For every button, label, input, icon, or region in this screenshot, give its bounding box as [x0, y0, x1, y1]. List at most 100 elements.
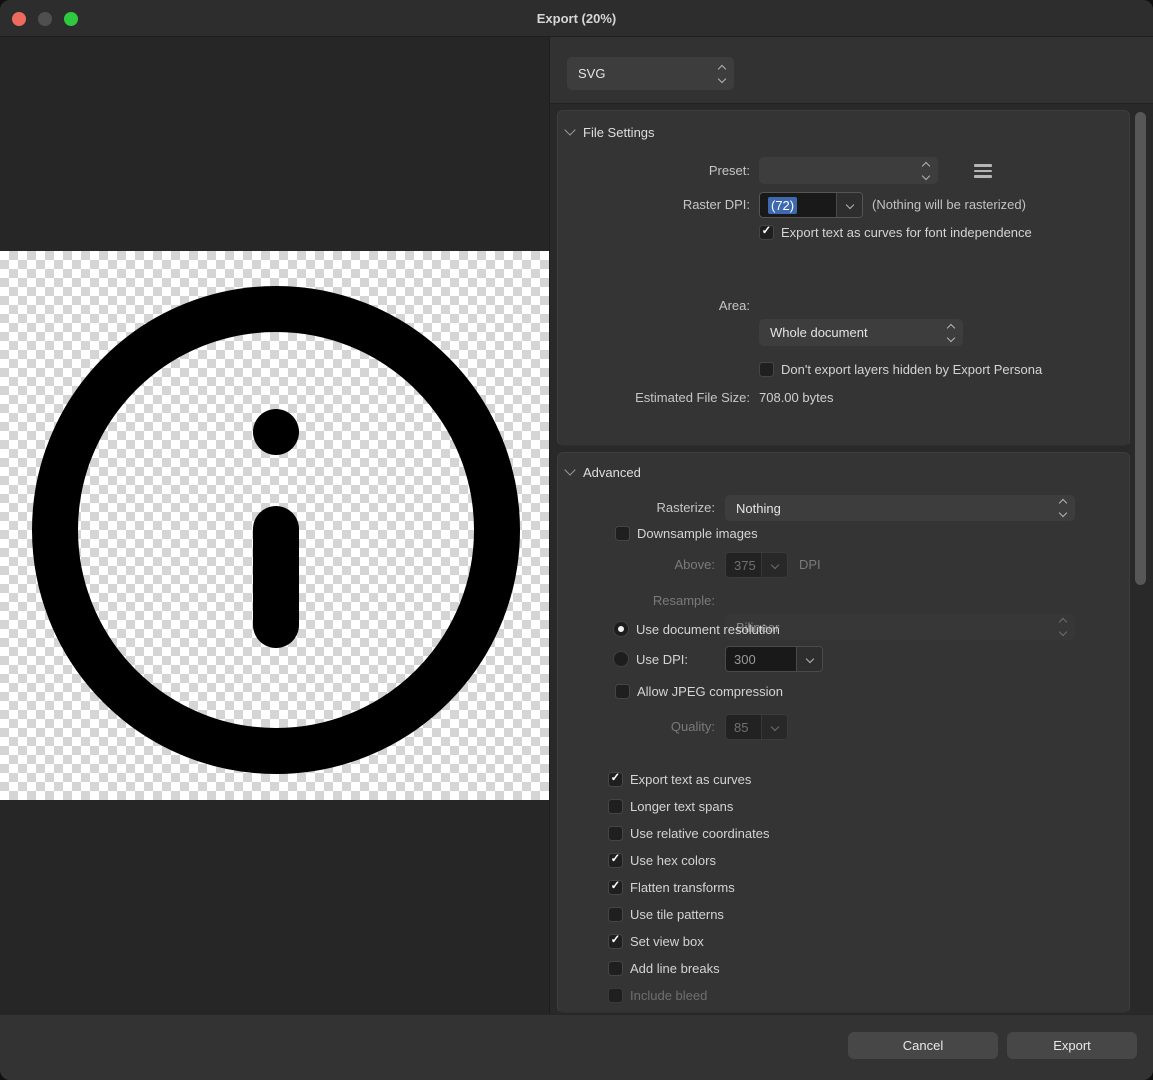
use-dpi-radio[interactable] [613, 651, 629, 667]
svg-option-row: Use hex colors [608, 847, 716, 873]
preset-menu-button[interactable] [974, 164, 992, 178]
export-text-curves-font-checkbox[interactable] [759, 225, 774, 240]
estimated-size-value: 708.00 bytes [759, 388, 833, 408]
format-bar: SVG [550, 37, 1153, 104]
advanced-panel: Advanced Rasterize: Nothing Downsample i… [557, 452, 1130, 1013]
allow-jpeg-label: Allow JPEG compression [637, 684, 783, 699]
svg-option-checkbox[interactable] [608, 907, 623, 922]
dont-export-hidden-label: Don't export layers hidden by Export Per… [781, 362, 1042, 377]
above-arrow-button [761, 553, 787, 577]
file-settings-panel: File Settings Preset: Raster DPI: (72) (… [557, 110, 1130, 446]
raster-dpi-note: (Nothing will be rasterized) [872, 192, 1026, 218]
allow-jpeg-checkbox[interactable] [615, 684, 630, 699]
minimize-button-disabled [38, 12, 52, 26]
svg-option-row: Set view box [608, 928, 704, 954]
file-settings-header[interactable]: File Settings [566, 119, 655, 145]
export-button[interactable]: Export [1007, 1032, 1137, 1059]
stepper-icon [923, 163, 929, 179]
svg-option-checkbox[interactable] [608, 826, 623, 841]
close-button[interactable] [12, 12, 26, 26]
svg-option-label: Use tile patterns [630, 907, 724, 922]
file-settings-title: File Settings [583, 125, 655, 140]
use-dpi-combo[interactable]: 300 [725, 646, 823, 672]
advanced-title: Advanced [583, 465, 641, 480]
quality-arrow-button [761, 715, 787, 739]
dont-export-hidden-row: Don't export layers hidden by Export Per… [759, 360, 1042, 378]
area-label: Area: [558, 292, 750, 319]
chevron-down-icon [770, 561, 778, 569]
svg-option-row: Add line breaks [608, 955, 720, 981]
svg-option-checkbox[interactable] [608, 988, 623, 1003]
svg-option-label: Add line breaks [630, 961, 720, 976]
svg-option-row: Include bleed [608, 982, 707, 1008]
use-document-resolution-label: Use document resolution [636, 622, 780, 637]
area-dropdown[interactable]: Whole document [759, 319, 963, 346]
svg-option-row: Export text as curves [608, 766, 751, 792]
quality-label: Quality: [558, 714, 715, 740]
area-dropdown-value: Whole document [770, 325, 868, 340]
format-dropdown-value: SVG [578, 66, 605, 81]
svg-option-label: Include bleed [630, 988, 707, 1003]
svg-option-row: Use tile patterns [608, 901, 724, 927]
raster-dpi-field[interactable]: (72) [760, 193, 836, 217]
stepper-icon [1060, 500, 1066, 516]
svg-option-row: Use relative coordinates [608, 820, 769, 846]
stepper-icon [719, 66, 725, 82]
use-dpi-label: Use DPI: [636, 652, 688, 667]
svg-option-label: Use relative coordinates [630, 826, 769, 841]
svg-option-checkbox[interactable] [608, 853, 623, 868]
svg-option-row: Flatten transforms [608, 874, 735, 900]
scrollbar-thumb[interactable] [1135, 112, 1146, 585]
quality-combo: 85 [725, 714, 788, 740]
raster-dpi-value: (72) [768, 197, 797, 214]
rasterize-label: Rasterize: [558, 495, 715, 521]
chevron-down-icon [805, 655, 813, 663]
disclosure-chevron-icon [564, 124, 575, 135]
cancel-button[interactable]: Cancel [848, 1032, 998, 1059]
preset-dropdown[interactable] [759, 157, 938, 184]
stepper-icon [948, 325, 954, 341]
above-label: Above: [558, 552, 715, 578]
export-dialog-window: Export (20%) SVG File Settings [0, 0, 1153, 1080]
use-document-resolution-radio[interactable] [613, 621, 629, 637]
downsample-images-row: Downsample images [615, 524, 758, 542]
disclosure-chevron-icon [564, 464, 575, 475]
svg-option-row: Longer text spans [608, 793, 733, 819]
chevron-down-icon [770, 723, 778, 731]
downsample-images-checkbox[interactable] [615, 526, 630, 541]
footer: Cancel Export [0, 1014, 1153, 1080]
raster-dpi-combo[interactable]: (72) [759, 192, 863, 218]
raster-dpi-label: Raster DPI: [558, 192, 750, 218]
above-dpi-suffix: DPI [799, 552, 821, 578]
resample-label: Resample: [558, 588, 715, 614]
use-dpi-arrow-button[interactable] [796, 647, 822, 671]
svg-option-checkbox[interactable] [608, 799, 623, 814]
svg-option-checkbox[interactable] [608, 880, 623, 895]
format-dropdown[interactable]: SVG [567, 57, 734, 90]
zoom-button[interactable] [64, 12, 78, 26]
svg-option-label: Export text as curves [630, 772, 751, 787]
raster-dpi-arrow-button[interactable] [836, 193, 862, 217]
svg-option-checkbox[interactable] [608, 961, 623, 976]
allow-jpeg-row: Allow JPEG compression [615, 682, 783, 700]
quality-value: 85 [726, 715, 761, 739]
downsample-images-label: Downsample images [637, 526, 758, 541]
chevron-down-icon [845, 201, 853, 209]
use-dpi-row: Use DPI: [613, 646, 688, 672]
export-text-curves-font-row: Export text as curves for font independe… [759, 223, 1032, 241]
advanced-header[interactable]: Advanced [566, 459, 641, 485]
window-title: Export (20%) [0, 0, 1153, 37]
svg-option-label: Flatten transforms [630, 880, 735, 895]
rasterize-dropdown[interactable]: Nothing [725, 495, 1075, 521]
titlebar: Export (20%) [0, 0, 1153, 37]
svg-option-checkbox[interactable] [608, 772, 623, 787]
stepper-icon [1060, 619, 1066, 635]
transparency-checkerboard [0, 251, 549, 800]
svg-option-label: Longer text spans [630, 799, 733, 814]
above-value: 375 [726, 553, 761, 577]
above-combo: 375 [725, 552, 788, 578]
use-dpi-value: 300 [726, 647, 796, 671]
svg-option-checkbox[interactable] [608, 934, 623, 949]
info-icon-artwork [0, 251, 549, 800]
dont-export-hidden-checkbox[interactable] [759, 362, 774, 377]
